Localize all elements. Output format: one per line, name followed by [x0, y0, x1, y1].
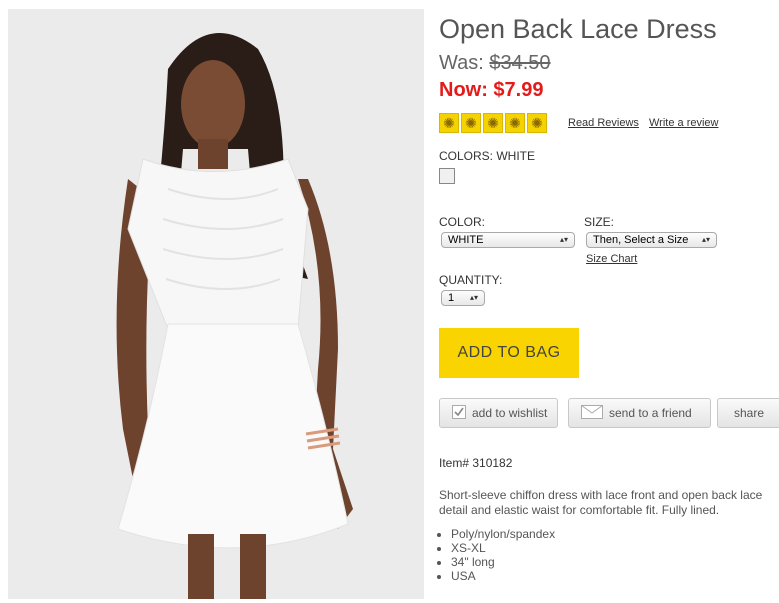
product-title: Open Back Lace Dress [439, 14, 717, 44]
send-friend-label: send to a friend [609, 406, 692, 420]
size-label: SIZE: [584, 215, 615, 229]
color-select-value: WHITE [448, 234, 484, 246]
colors-label: COLORS: WHITE [439, 149, 536, 163]
select-arrows-icon: ▴▾ [701, 235, 710, 244]
send-to-friend-button[interactable]: send to a friend [568, 398, 711, 428]
was-label: Was: [439, 52, 490, 74]
original-price: $34.50 [489, 52, 551, 74]
star-icon: ✺ [527, 113, 547, 133]
share-label: share [734, 406, 765, 420]
was-price-line: Was: $34.50 [439, 52, 551, 75]
write-review-link[interactable]: Write a review [649, 117, 718, 129]
product-features-list: Poly/nylon/spandex XS-XL 34" long USA [439, 527, 555, 583]
star-icon: ✺ [505, 113, 525, 133]
list-item: Poly/nylon/spandex [451, 527, 555, 541]
add-to-bag-button[interactable]: ADD TO BAG [439, 328, 579, 378]
color-label: COLOR: [439, 215, 486, 229]
quantity-select[interactable]: 1 ▴▾ [441, 290, 485, 306]
star-icon: ✺ [439, 113, 459, 133]
quantity-label: QUANTITY: [439, 273, 503, 287]
sale-price: Now: $7.99 [439, 79, 544, 101]
product-image[interactable] [8, 9, 424, 599]
size-select-value: Then, Select a Size [593, 234, 689, 246]
color-swatch-white[interactable] [439, 168, 455, 184]
size-chart-link[interactable]: Size Chart [586, 253, 637, 265]
size-select[interactable]: Then, Select a Size ▴▾ [586, 232, 717, 248]
product-description: Short-sleeve chiffon dress with lace fro… [439, 488, 763, 517]
star-icon: ✺ [483, 113, 503, 133]
list-item: XS-XL [451, 541, 555, 555]
add-to-wishlist-button[interactable]: add to wishlist [439, 398, 558, 428]
model-photo [8, 9, 424, 599]
envelope-icon [581, 404, 603, 422]
wishlist-label: add to wishlist [472, 406, 548, 420]
list-item: USA [451, 569, 555, 583]
rating-stars: ✺ ✺ ✺ ✺ ✺ [439, 113, 547, 133]
quantity-select-value: 1 [448, 292, 455, 304]
read-reviews-link[interactable]: Read Reviews [568, 117, 639, 129]
share-button[interactable]: share [717, 398, 779, 428]
item-number: Item# 310182 [439, 456, 513, 470]
color-select[interactable]: WHITE ▴▾ [441, 232, 575, 248]
select-arrows-icon: ▴▾ [559, 235, 568, 244]
list-item: 34" long [451, 555, 555, 569]
select-arrows-icon: ▴▾ [469, 293, 478, 302]
star-icon: ✺ [461, 113, 481, 133]
checkbox-check-icon [452, 404, 466, 422]
